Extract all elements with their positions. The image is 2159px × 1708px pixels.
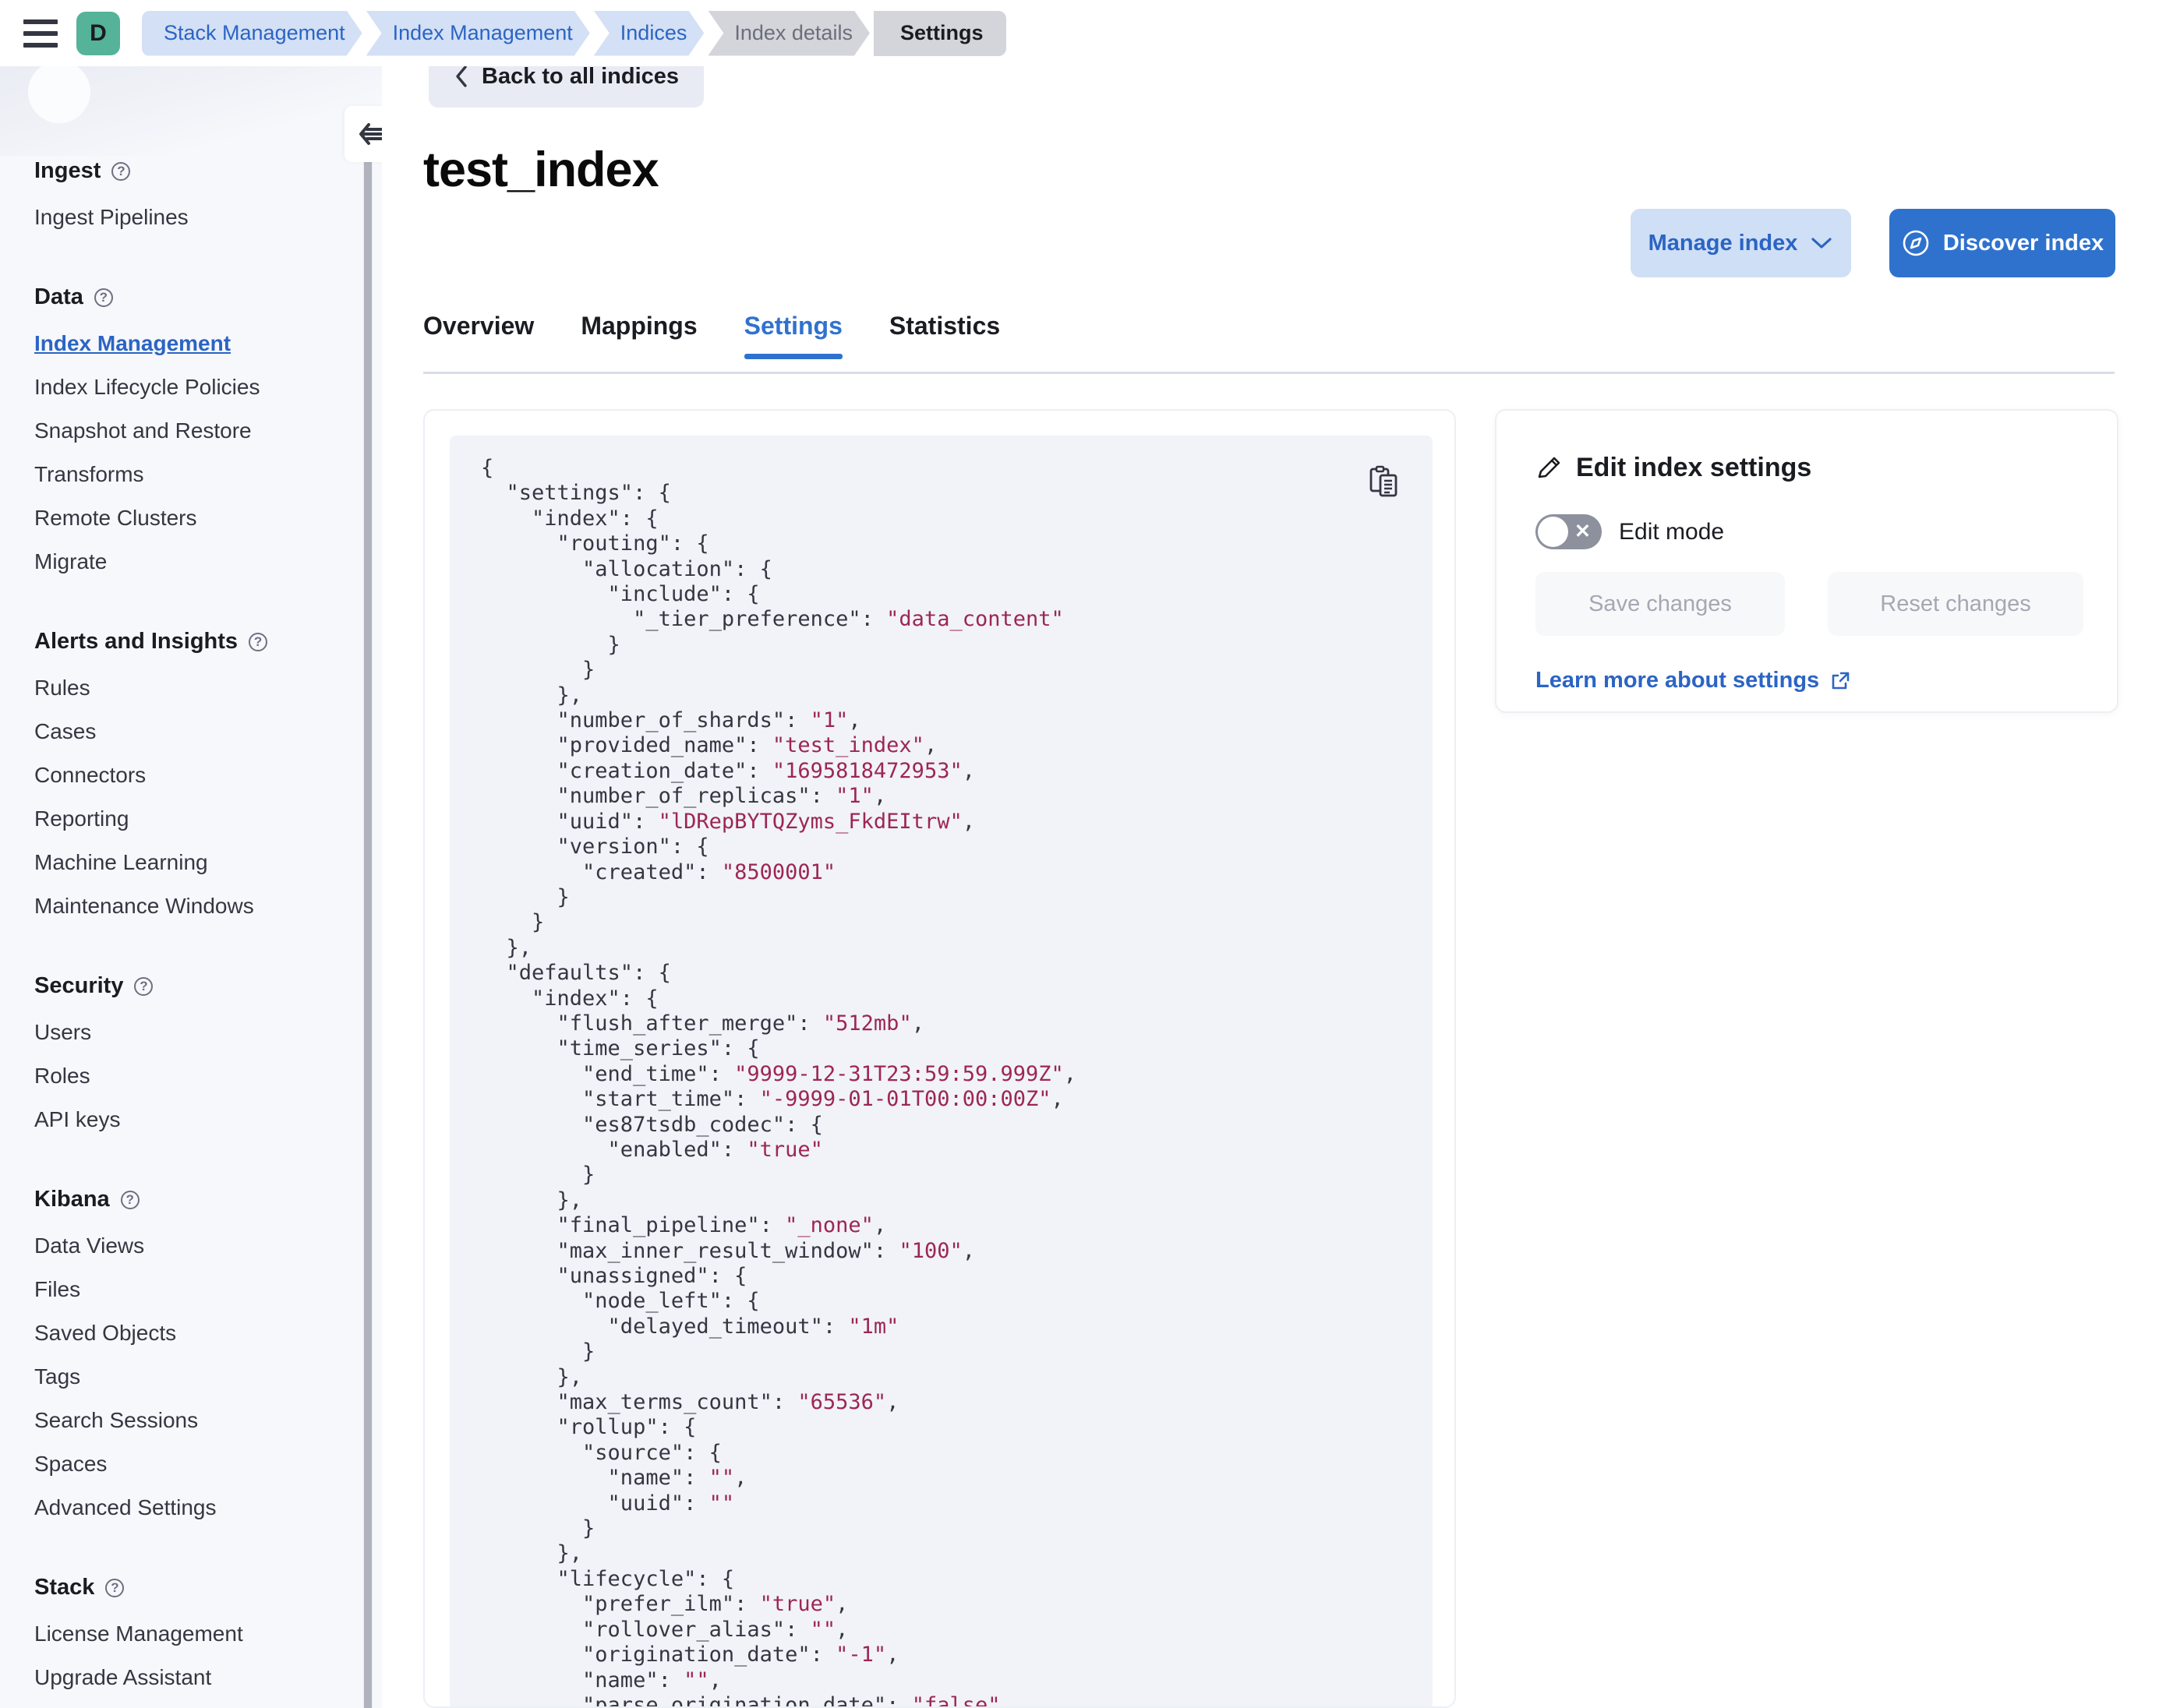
sidebar-item-rules[interactable]: Rules xyxy=(34,677,90,699)
sidebar-item-migrate[interactable]: Migrate xyxy=(34,551,107,573)
learn-more-label: Learn more about settings xyxy=(1535,668,1820,693)
breadcrumb-item-index-management[interactable]: Index Management xyxy=(366,11,590,56)
sidebar-item-roles[interactable]: Roles xyxy=(34,1065,90,1087)
tab-bar: Overview Mappings Settings Statistics xyxy=(423,312,2115,372)
sidebar-item-advanced-settings[interactable]: Advanced Settings xyxy=(34,1497,217,1519)
sidebar-item-cases[interactable]: Cases xyxy=(34,721,96,743)
tab-settings[interactable]: Settings xyxy=(744,312,843,359)
sidebar-item-connectors[interactable]: Connectors xyxy=(34,764,146,786)
edit-mode-row: ✕ Edit mode xyxy=(1535,514,1724,549)
sidebar-header-avatar-placeholder xyxy=(28,61,90,123)
pencil-icon xyxy=(1535,455,1562,482)
sidebar-group-title-security: Security? xyxy=(34,973,154,999)
sidebar-group-title-kibana: Kibana? xyxy=(34,1187,140,1212)
breadcrumb-item-stack-management[interactable]: Stack Management xyxy=(142,11,362,56)
discover-index-label: Discover index xyxy=(1942,230,2104,256)
sidebar-item-spaces[interactable]: Spaces xyxy=(34,1453,107,1475)
discover-index-button[interactable]: Discover index xyxy=(1889,209,2115,277)
external-link-icon xyxy=(1830,671,1850,691)
copy-to-clipboard-icon[interactable] xyxy=(1362,461,1405,503)
help-icon[interactable]: ? xyxy=(94,288,113,307)
chevron-left-icon xyxy=(454,64,469,89)
learn-more-about-settings-link[interactable]: Learn more about settings xyxy=(1535,668,1850,693)
sidebar-item-maintenance-windows[interactable]: Maintenance Windows xyxy=(34,895,254,917)
sidebar-item-transforms[interactable]: Transforms xyxy=(34,464,144,485)
sidebar-group-title-alerts-and-insights: Alerts and Insights? xyxy=(34,629,268,655)
compass-icon xyxy=(1901,228,1931,258)
edit-mode-toggle[interactable]: ✕ xyxy=(1535,514,1602,549)
breadcrumb-item-settings: Settings xyxy=(873,10,1007,56)
edit-mode-label: Edit mode xyxy=(1619,518,1725,545)
sidebar: Ingest? Ingest Pipelines Data? Index Manage… xyxy=(0,47,382,1708)
edit-panel-title-label: Edit index settings xyxy=(1576,453,1812,482)
sidebar-item-api-keys[interactable]: API keys xyxy=(34,1109,120,1131)
page-title: test_index xyxy=(423,143,659,197)
edit-mode-toggle-knob xyxy=(1538,517,1568,547)
help-icon[interactable]: ? xyxy=(120,1190,140,1209)
breadcrumb-bar: D Stack Management Index Management Indi… xyxy=(0,0,2159,66)
sidebar-item-upgrade-assistant[interactable]: Upgrade Assistant xyxy=(34,1667,211,1689)
tab-mappings[interactable]: Mappings xyxy=(581,312,697,359)
edit-index-settings-title: Edit index settings xyxy=(1535,453,1811,483)
tab-overview[interactable]: Overview xyxy=(423,312,534,359)
avatar[interactable]: D xyxy=(76,11,120,55)
sidebar-item-ingest-pipelines[interactable]: Ingest Pipelines xyxy=(34,206,189,228)
tab-statistics[interactable]: Statistics xyxy=(889,312,1000,359)
sidebar-group-label: Security xyxy=(34,973,124,998)
breadcrumb-item-indices[interactable]: Indices xyxy=(594,11,705,56)
sidebar-item-index-management[interactable]: Index Management xyxy=(34,333,231,355)
index-settings-code-panel: { "settings": { "index": { "routing": { … xyxy=(423,409,1456,1708)
sidebar-item-license-management[interactable]: License Management xyxy=(34,1623,243,1645)
sidebar-item-index-lifecycle-policies[interactable]: Index Lifecycle Policies xyxy=(34,376,260,398)
chevron-down-icon xyxy=(1810,235,1833,251)
sidebar-item-data-views[interactable]: Data Views xyxy=(34,1235,144,1257)
sidebar-item-machine-learning[interactable]: Machine Learning xyxy=(34,852,208,873)
help-icon[interactable]: ? xyxy=(105,1578,125,1597)
sidebar-scrollbar-thumb[interactable] xyxy=(364,132,372,1708)
save-changes-button[interactable]: Save changes xyxy=(1535,572,1785,636)
sidebar-group-label: Kibana xyxy=(34,1187,110,1212)
sidebar-group-label: Data xyxy=(34,284,83,309)
index-settings-json: { "settings": { "index": { "routing": { … xyxy=(481,456,1077,1708)
back-button-label: Back to all indices xyxy=(482,63,680,89)
sidebar-item-remote-clusters[interactable]: Remote Clusters xyxy=(34,507,197,529)
manage-index-button[interactable]: Manage index xyxy=(1631,209,1851,277)
tab-bar-divider xyxy=(423,372,2115,374)
sidebar-item-files[interactable]: Files xyxy=(34,1279,80,1300)
code-block: { "settings": { "index": { "routing": { … xyxy=(450,436,1433,1708)
sidebar-group-label: Ingest xyxy=(34,158,101,183)
sidebar-item-snapshot-and-restore[interactable]: Snapshot and Restore xyxy=(34,420,252,442)
edit-index-settings-panel: Edit index settings ✕ Edit mode Save cha… xyxy=(1495,409,2118,713)
sidebar-item-search-sessions[interactable]: Search Sessions xyxy=(34,1410,198,1431)
sidebar-item-saved-objects[interactable]: Saved Objects xyxy=(34,1322,176,1344)
breadcrumb-item-index-details[interactable]: Index details xyxy=(708,11,870,56)
sidebar-group-title-stack: Stack? xyxy=(34,1575,125,1600)
help-icon[interactable]: ? xyxy=(111,161,131,181)
reset-changes-button[interactable]: Reset changes xyxy=(1828,572,2083,636)
sidebar-scrollbar[interactable] xyxy=(363,132,373,1708)
help-icon[interactable]: ? xyxy=(249,632,268,651)
sidebar-group-label: Alerts and Insights xyxy=(34,629,239,654)
sidebar-group-title-ingest: Ingest? xyxy=(34,158,131,184)
hamburger-menu-icon[interactable] xyxy=(23,18,59,49)
close-icon: ✕ xyxy=(1574,521,1591,542)
sidebar-group-label: Stack xyxy=(34,1575,95,1600)
sidebar-item-tags[interactable]: Tags xyxy=(34,1366,80,1388)
manage-index-label: Manage index xyxy=(1648,230,1798,256)
breadcrumb: Stack Management Index Management Indice… xyxy=(142,10,1007,56)
sidebar-group-title-data: Data? xyxy=(34,284,113,310)
sidebar-item-reporting[interactable]: Reporting xyxy=(34,808,129,830)
sidebar-item-users[interactable]: Users xyxy=(34,1022,91,1043)
help-icon[interactable]: ? xyxy=(134,976,154,996)
